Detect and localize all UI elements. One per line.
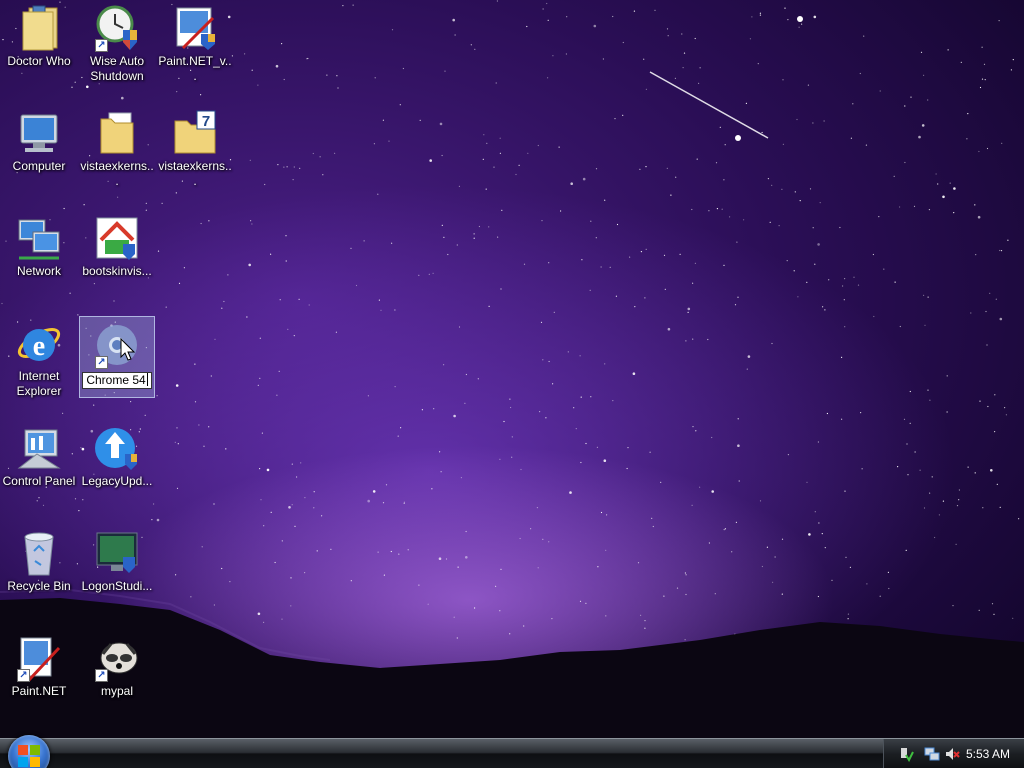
desktop-icon-doctor-who[interactable]: Doctor Who — [1, 0, 77, 69]
volume-muted-icon[interactable] — [944, 746, 960, 762]
svg-text:7: 7 — [202, 113, 210, 130]
zip-folder-icon: 7 — [171, 109, 219, 157]
desktop-icon-computer[interactable]: Computer — [1, 105, 77, 174]
system-tray: 5:53 AM — [883, 739, 1024, 768]
desktop-icon-vistaexkerns-zip[interactable]: 7 vistaexkerns... — [157, 105, 233, 189]
desktop-icon-label: Network — [16, 264, 61, 278]
desktop-icon-wise-auto-shutdown[interactable]: ↗ Wise Auto Shutdown — [79, 0, 155, 84]
desktop-icon-label: Paint.NET — [11, 684, 67, 698]
paint-icon: ↗ — [15, 634, 63, 682]
raccoon-icon: ↗ — [93, 634, 141, 682]
desktop-icon-label: Control Panel — [2, 474, 76, 488]
desktop-icon-label: mypal — [100, 684, 133, 698]
desktop-icon-chrome-54[interactable]: ↗ Chrome 54 — [79, 316, 155, 398]
svg-text:e: e — [33, 331, 45, 362]
installer-icon — [171, 4, 219, 52]
desktop-icon-label: Internet Explorer — [16, 369, 62, 398]
control-panel-icon — [15, 424, 63, 472]
desktop-icon-legacyupdate[interactable]: LegacyUpd... — [79, 420, 155, 489]
shortcut-arrow-icon: ↗ — [95, 39, 108, 52]
desktop-icon-mypal[interactable]: ↗ mypal — [79, 630, 155, 699]
network-icon — [15, 214, 63, 262]
desktop-icon-label: Paint.NET_v... — [158, 54, 232, 83]
monitor-icon — [93, 529, 141, 577]
mouse-cursor — [120, 338, 136, 361]
shortcut-arrow-icon: ↗ — [95, 356, 108, 369]
desktop-icon-vistaexkerns-folder[interactable]: vistaexkerns... — [79, 105, 155, 189]
shortcut-arrow-icon: ↗ — [17, 669, 30, 682]
taskbar: 5:53 AM — [0, 735, 1024, 768]
desktop-icon-paint-net[interactable]: ↗ Paint.NET — [1, 630, 77, 699]
windows-logo-icon — [18, 745, 40, 767]
desktop-icon-label: LegacyUpd... — [81, 474, 153, 488]
desktop-icon-label: LogonStudi... — [81, 579, 153, 593]
rename-textbox[interactable]: Chrome 54 — [82, 372, 152, 389]
desktop-icon-label: vistaexkerns... — [80, 159, 154, 188]
shortcut-arrow-icon: ↗ — [95, 669, 108, 682]
installer-house-icon — [93, 214, 141, 262]
recycle-bin-icon — [15, 529, 63, 577]
desktop-icon-control-panel[interactable]: Control Panel — [1, 420, 77, 489]
folder-icon — [15, 4, 63, 52]
taskbar-clock[interactable]: 5:53 AM — [966, 747, 1010, 761]
desktop-icon-internet-explorer[interactable]: e Internet Explorer — [1, 315, 77, 399]
desktop[interactable]: Doctor Who Computer Network e Internet E… — [0, 0, 1024, 738]
ie-icon: e — [15, 319, 63, 367]
network-tray-icon[interactable] — [924, 746, 940, 762]
start-button[interactable] — [8, 735, 50, 768]
safely-remove-icon[interactable] — [898, 746, 914, 762]
clock-shield-icon: ↗ — [93, 4, 141, 52]
desktop-icon-bootskinvis[interactable]: bootskinvis... — [79, 210, 155, 279]
folder-icon — [93, 109, 141, 157]
desktop-icon-label: vistaexkerns... — [158, 159, 232, 188]
desktop-icon-network[interactable]: Network — [1, 210, 77, 279]
desktop-icon-recycle-bin[interactable]: Recycle Bin — [1, 525, 77, 594]
desktop-icon-label: Doctor Who — [7, 54, 71, 68]
update-icon — [93, 424, 141, 472]
desktop-icon-label: Recycle Bin — [7, 579, 71, 593]
desktop-icon-paint-net-installer[interactable]: Paint.NET_v... — [157, 0, 233, 84]
desktop-icon-label: bootskinvis... — [82, 264, 152, 278]
desktop-icon-logonstudio[interactable]: LogonStudi... — [79, 525, 155, 594]
desktop-icon-label: Computer — [12, 159, 66, 173]
computer-icon — [15, 109, 63, 157]
desktop-icon-label: Wise Auto Shutdown — [89, 54, 145, 83]
